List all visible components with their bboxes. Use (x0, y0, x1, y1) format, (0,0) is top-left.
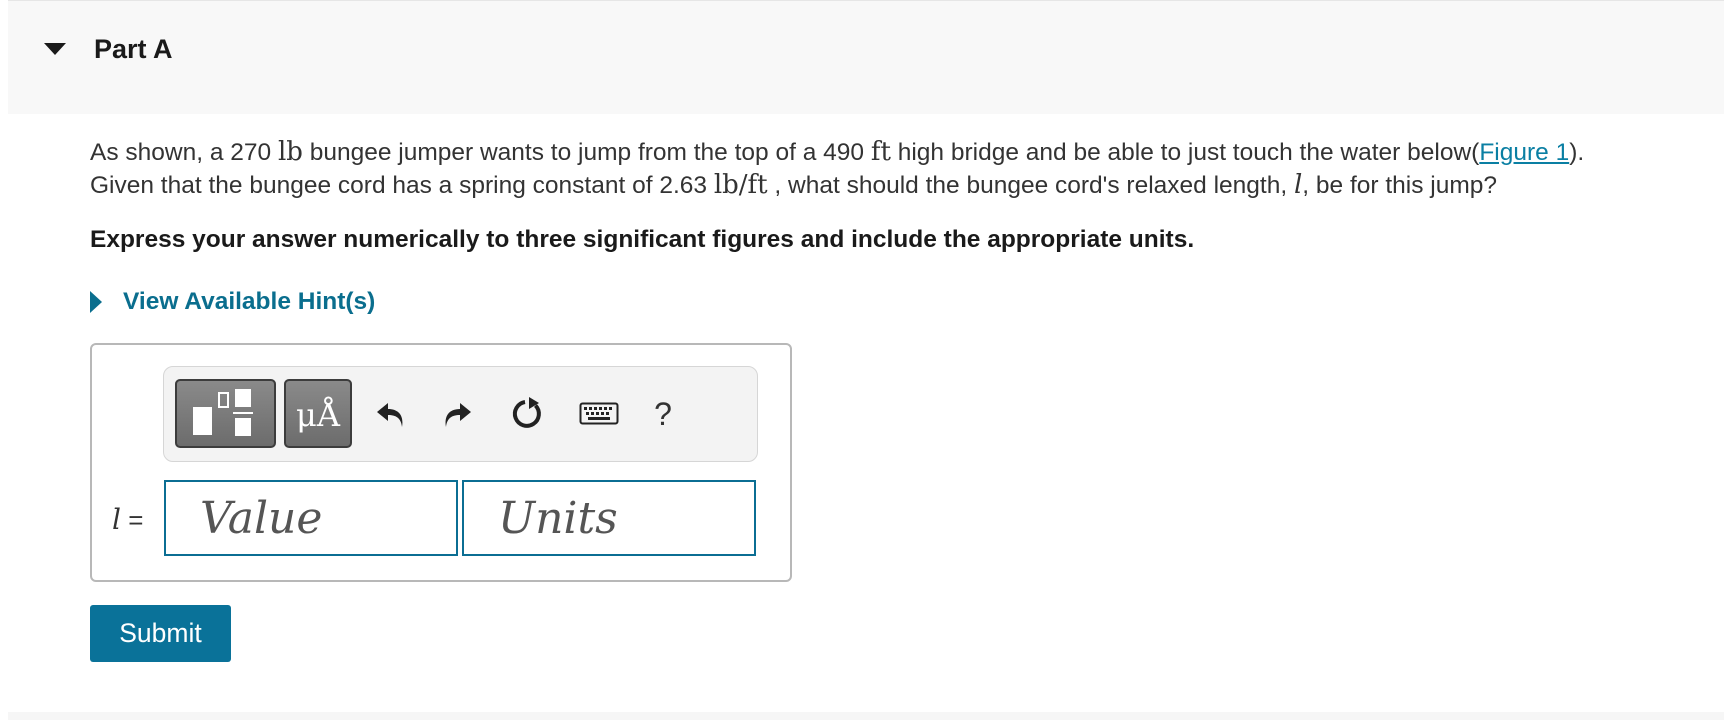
question-text: As shown, a 270 lb bungee jumper wants t… (90, 137, 1585, 200)
answer-variable-label: l = (112, 503, 144, 536)
keyboard-button[interactable] (574, 389, 624, 439)
expand-triangle-icon (90, 291, 102, 313)
figure-link[interactable]: Figure 1 (1479, 139, 1569, 166)
submit-button[interactable]: Submit (90, 605, 231, 662)
part-title: Part A (94, 34, 173, 64)
answer-box: μÅ ? l = Value Units (90, 343, 792, 582)
math-toolbar: μÅ ? (163, 366, 758, 462)
part-header: Part A (8, 0, 1724, 114)
symbols-label: μÅ (296, 396, 340, 434)
unit-ft: ft (870, 137, 891, 167)
redo-button[interactable] (432, 389, 482, 439)
reset-button[interactable] (502, 389, 552, 439)
answer-instruction: Express your answer numerically to three… (90, 226, 1195, 253)
units-input[interactable] (462, 480, 756, 556)
collapse-triangle-icon[interactable] (44, 43, 66, 55)
templates-button[interactable] (175, 379, 276, 448)
redo-icon (445, 403, 471, 427)
unit-lb-per-ft: lb/ft (713, 170, 768, 200)
view-hints-label[interactable]: View Available Hint(s) (123, 288, 375, 316)
value-input[interactable] (164, 480, 458, 556)
keyboard-icon (579, 402, 619, 425)
undo-button[interactable] (366, 389, 416, 439)
next-part-strip (8, 712, 1724, 720)
unit-lb: lb (277, 137, 303, 167)
view-hints-toggle[interactable]: View Available Hint(s) (90, 286, 375, 318)
symbols-button[interactable]: μÅ (284, 379, 352, 448)
reset-icon (512, 397, 541, 428)
undo-icon (377, 403, 403, 427)
help-button[interactable]: ? (638, 389, 688, 439)
